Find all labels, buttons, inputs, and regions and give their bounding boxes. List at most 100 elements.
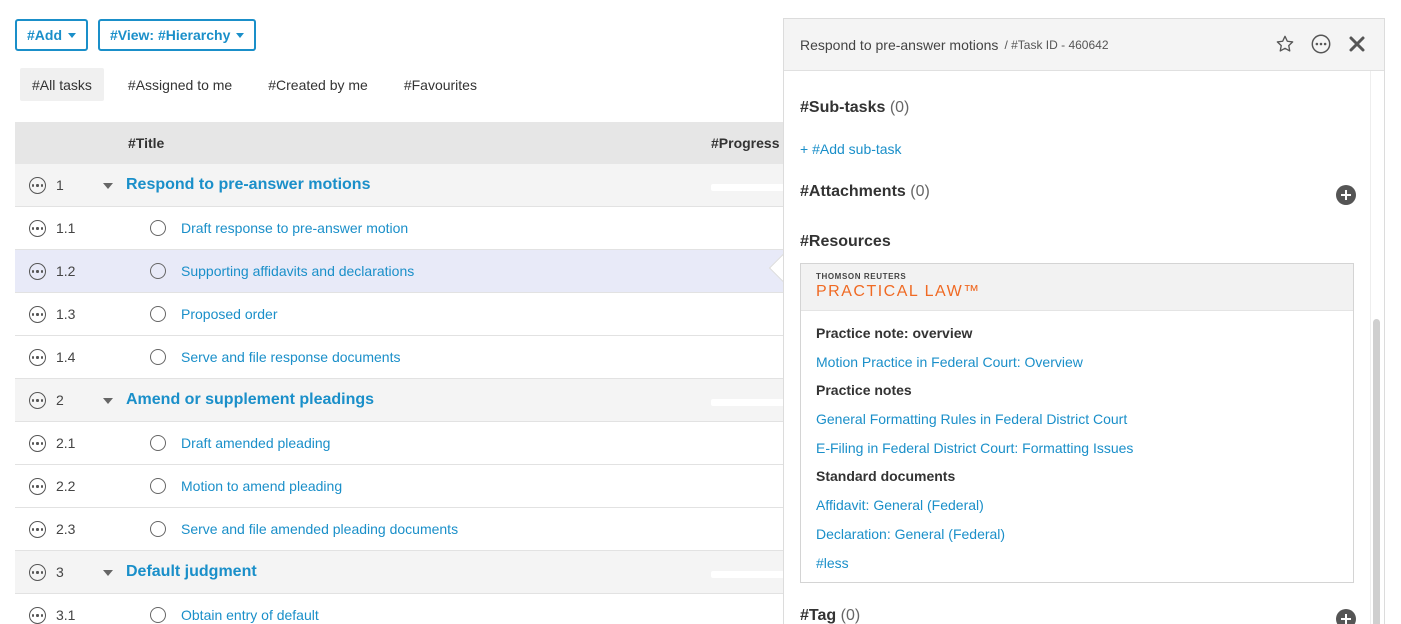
star-icon[interactable] [1274,33,1296,55]
more-options-icon[interactable] [1310,33,1332,55]
practical-law-logo: THOMSON REUTERS PRACTICAL LAW™ [801,264,1353,311]
row-number: 2.3 [56,521,76,537]
resource-link[interactable]: Affidavit: General (Federal) [816,490,1338,519]
row-number: 2.1 [56,435,76,451]
column-progress[interactable]: #Progress [711,135,779,151]
more-options-icon[interactable] [29,392,46,409]
view-button[interactable]: #View: #Hierarchy [98,19,257,51]
row-number: 1.4 [56,349,76,365]
progress-bar [711,184,785,191]
resource-link[interactable]: Declaration: General (Federal) [816,519,1338,548]
tag-label: #Tag [800,607,837,624]
table-row[interactable]: 1.4 Serve and file response documents [15,336,785,379]
table-row[interactable]: 3.1 Obtain entry of default [15,594,785,624]
task-title[interactable]: Draft response to pre-answer motion [181,220,408,236]
panel-scrollbar[interactable] [1370,71,1384,624]
tag-count: (0) [840,607,861,624]
task-title[interactable]: Serve and file amended pleading document… [181,521,458,537]
task-title[interactable]: Supporting affidavits and declarations [181,263,414,279]
more-options-icon[interactable] [29,306,46,323]
task-group-title[interactable]: Default judgment [126,563,257,581]
resources-label: #Resources [800,233,891,250]
filter-assigned-to-me[interactable]: #Assigned to me [116,68,244,101]
resources-heading: #Resources [800,233,891,251]
table-row[interactable]: 2 Amend or supplement pleadings [15,379,785,422]
attachments-label: #Attachments [800,183,906,200]
add-subtask-link[interactable]: + #Add sub-task [800,141,902,157]
progress-bar [711,399,785,406]
brand-main-text: PRACTICAL LAW™ [816,283,981,300]
row-number: 2.2 [56,478,76,494]
more-options-icon[interactable] [29,564,46,581]
column-title[interactable]: #Title [128,135,164,151]
table-row[interactable]: 2.2 Motion to amend pleading [15,465,785,508]
task-title[interactable]: Proposed order [181,306,278,322]
collapse-toggle-icon[interactable] [103,183,113,189]
task-title[interactable]: Serve and file response documents [181,349,400,365]
table-row[interactable]: 1.1 Draft response to pre-answer motion [15,207,785,250]
panel-header-actions [1274,33,1368,55]
subtasks-count: (0) [889,99,910,116]
table-row[interactable]: 2.3 Serve and file amended pleading docum… [15,508,785,551]
close-icon[interactable] [1346,33,1368,55]
task-title[interactable]: Obtain entry of default [181,607,319,623]
resource-link[interactable]: General Formatting Rules in Federal Dist… [816,404,1338,433]
panel-header: Respond to pre-answer motions / #Task ID… [784,19,1384,71]
resource-link[interactable]: Motion Practice in Federal Court: Overvi… [816,347,1338,376]
task-complete-radio[interactable] [150,263,166,279]
more-options-icon[interactable] [29,349,46,366]
collapse-toggle-icon[interactable] [103,398,113,404]
filter-favourites[interactable]: #Favourites [392,68,489,101]
resources-list: Practice note: overview Motion Practice … [801,311,1353,577]
row-number: 2 [56,392,64,408]
add-attachment-plus-icon[interactable] [1336,185,1356,205]
task-group-title[interactable]: Respond to pre-answer motions [126,176,370,194]
panel-body: #Sub-tasks (0) + #Add sub-task #Attachme… [784,71,1370,624]
attachments-count: (0) [910,183,930,200]
filter-tabs: #All tasks #Assigned to me #Created by m… [20,68,501,101]
resource-link[interactable]: E-Filing in Federal District Court: Form… [816,433,1338,462]
add-button[interactable]: #Add [15,19,88,51]
task-complete-radio[interactable] [150,349,166,365]
panel-scrollbar-thumb[interactable] [1373,319,1380,624]
caret-down-icon [68,32,76,38]
more-options-icon[interactable] [29,478,46,495]
more-options-icon[interactable] [29,435,46,452]
task-title[interactable]: Motion to amend pleading [181,478,342,494]
view-button-label: #View: #Hierarchy [110,27,231,43]
less-link[interactable]: #less [816,548,1338,577]
more-options-icon[interactable] [29,177,46,194]
table-row[interactable]: 1.3 Proposed order [15,293,785,336]
table-row[interactable]: 1 Respond to pre-answer motions [15,164,785,207]
task-detail-panel: Respond to pre-answer motions / #Task ID… [783,18,1385,624]
add-tag-plus-icon[interactable] [1336,609,1356,624]
resource-category: Standard documents [816,468,956,484]
table-row[interactable]: 2.1 Draft amended pleading [15,422,785,465]
brand-top-text: THOMSON REUTERS [816,272,907,281]
task-complete-radio[interactable] [150,306,166,322]
more-options-icon[interactable] [29,521,46,538]
collapse-toggle-icon[interactable] [103,570,113,576]
panel-task-title: Respond to pre-answer motions [800,36,999,53]
task-complete-radio[interactable] [150,607,166,623]
filter-all-tasks[interactable]: #All tasks [20,68,104,101]
filter-created-by-me[interactable]: #Created by me [256,68,380,101]
task-complete-radio[interactable] [150,478,166,494]
panel-task-id: / #Task ID - 460642 [1004,37,1109,52]
table-header: #Title #Progress [15,122,785,164]
task-group-title[interactable]: Amend or supplement pleadings [126,391,374,409]
task-complete-radio[interactable] [150,435,166,451]
row-number: 1.3 [56,306,76,322]
table-row[interactable]: 3 Default judgment [15,551,785,594]
resources-box: THOMSON REUTERS PRACTICAL LAW™ Practice … [800,263,1354,583]
more-options-icon[interactable] [29,263,46,280]
task-complete-radio[interactable] [150,220,166,236]
resource-category: Practice note: overview [816,325,973,341]
table-row[interactable]: 1.2 Supporting affidavits and declaration… [15,250,785,293]
more-options-icon[interactable] [29,220,46,237]
attachments-heading: #Attachments (0) [800,183,930,201]
more-options-icon[interactable] [29,607,46,624]
task-title[interactable]: Draft amended pleading [181,435,330,451]
task-complete-radio[interactable] [150,521,166,537]
resource-category: Practice notes [816,382,912,398]
